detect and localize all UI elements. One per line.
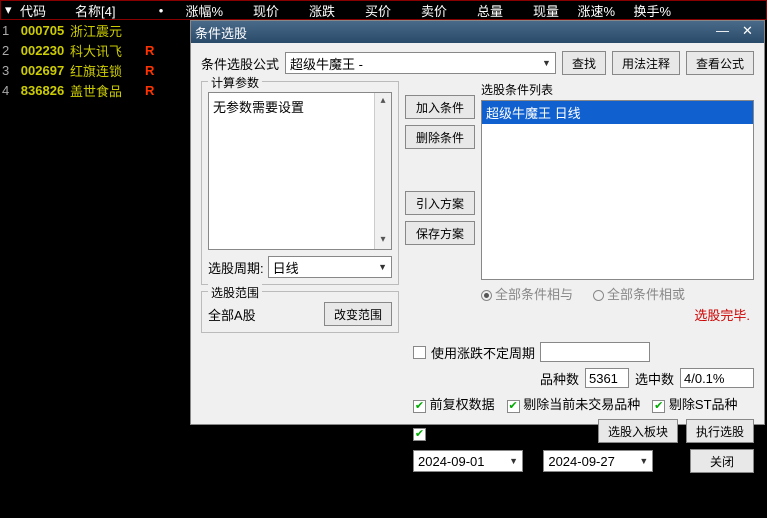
close-icon[interactable]: ✕ [735,24,760,40]
add-condition-button[interactable]: 加入条件 [405,95,475,119]
period-select[interactable]: 日线 ▼ [268,256,392,278]
formula-value: 超级牛魔王 - [290,54,363,73]
row-code: 000705 [15,23,70,38]
col-ask[interactable]: 卖价 [395,1,451,20]
params-box: 无参数需要设置 ▴ ▾ [208,92,392,250]
kind-count-label: 品种数 [540,369,579,388]
fq-checkbox[interactable]: ✔ 前复权数据 [413,394,495,413]
usage-button[interactable]: 用法注释 [612,51,680,75]
row-code: 002230 [15,43,70,58]
dialog-body: 条件选股公式 超级牛魔王 - ▼ 查找 用法注释 查看公式 计算参数 无参数需要… [191,43,764,484]
date-from-input[interactable]: 2024-09-01▼ [413,450,523,472]
col-chg[interactable]: 涨跌 [283,1,339,20]
range-fieldset: 选股范围 全部A股 改变范围 [201,291,399,333]
row-name: 浙江震元 [70,21,145,40]
dropdown-icon: ▼ [378,262,387,272]
time-cond-checkbox[interactable]: ✔ 时间段内满足条件 [413,422,534,441]
dropdown-icon: ▼ [639,456,648,466]
col-vol[interactable]: 总量 [451,1,507,20]
formula-select[interactable]: 超级牛魔王 - ▼ [285,52,556,74]
exclude-notrade-checkbox[interactable]: ✔ 剔除当前未交易品种 [507,394,641,413]
find-button[interactable]: 查找 [562,51,606,75]
date-sep: - [531,454,535,469]
row-r-flag: R [145,43,160,58]
dropdown-icon: ▼ [542,58,551,68]
logic-or-radio[interactable]: 全部条件相或 [593,284,685,303]
params-empty-text: 无参数需要设置 [213,100,304,115]
row-index: 4 [0,83,15,98]
condition-select-dialog: 条件选股 ― ✕ 条件选股公式 超级牛魔王 - ▼ 查找 用法注释 查看公式 计… [190,20,765,425]
col-bid[interactable]: 买价 [339,1,395,20]
selection-done-label: 选股完毕. [481,305,754,324]
change-range-button[interactable]: 改变范围 [324,302,392,326]
date-to-input[interactable]: 2024-09-27▼ [543,450,653,472]
condition-item[interactable]: 超级牛魔王 日线 [482,101,753,124]
formula-label: 条件选股公式 [201,54,279,73]
logic-and-radio[interactable]: 全部条件相与 [481,284,573,303]
row-code: 002697 [15,63,70,78]
row-name: 盖世食品 [70,81,145,100]
row-r-flag: R [145,83,160,98]
period-label: 选股周期: [208,258,264,277]
condition-list-label: 选股条件列表 [481,81,754,98]
variable-period-input[interactable] [540,342,650,362]
col-turn[interactable]: 换手% [619,1,675,20]
col-code[interactable]: 代码 [16,1,71,20]
row-code: 836826 [15,83,70,98]
col-bullet: • [151,3,171,18]
row-index: 3 [0,63,15,78]
col-now[interactable]: 现量 [507,1,563,20]
dropdown-icon: ▼ [509,456,518,466]
run-selection-button[interactable]: 执行选股 [686,419,754,443]
period-value: 日线 [273,258,299,277]
kind-count-value: 5361 [585,368,629,388]
close-button[interactable]: 关闭 [690,449,754,473]
sort-chevron-icon[interactable]: ▾ [1,2,16,18]
delete-condition-button[interactable]: 删除条件 [405,125,475,149]
view-formula-button[interactable]: 查看公式 [686,51,754,75]
col-pct[interactable]: 涨幅% [171,1,227,20]
import-plan-button[interactable]: 引入方案 [405,191,475,215]
save-plan-button[interactable]: 保存方案 [405,221,475,245]
row-name: 科大讯飞 [70,41,145,60]
condition-list[interactable]: 超级牛魔王 日线 [481,100,754,280]
col-name[interactable]: 名称[4] [71,1,151,20]
table-header: ▾ 代码 名称[4] • 涨幅% 现价 涨跌 买价 卖价 总量 现量 涨速% 换… [0,0,767,20]
scroll-down-icon[interactable]: ▾ [375,232,391,249]
col-speed[interactable]: 涨速% [563,1,619,20]
minimize-icon[interactable]: ― [710,24,735,40]
variable-period-label: 使用涨跌不定周期 [431,343,535,362]
range-scope: 全部A股 [208,305,256,324]
params-fieldset: 计算参数 无参数需要设置 ▴ ▾ 选股周期: 日线 ▼ [201,81,399,285]
scroll-up-icon[interactable]: ▴ [375,93,391,110]
row-name: 红旗连锁 [70,61,145,80]
selected-count-label: 选中数 [635,369,674,388]
row-r-flag: R [145,63,160,78]
dialog-title: 条件选股 [195,23,710,42]
range-legend: 选股范围 [208,284,262,301]
dialog-titlebar[interactable]: 条件选股 ― ✕ [191,21,764,43]
to-block-button[interactable]: 选股入板块 [598,419,678,443]
row-index: 1 [0,23,15,38]
scrollbar[interactable]: ▴ ▾ [374,93,391,249]
col-price[interactable]: 现价 [227,1,283,20]
params-legend: 计算参数 [208,74,262,91]
exclude-st-checkbox[interactable]: ✔ 剔除ST品种 [652,394,737,413]
selected-count-value: 4/0.1% [680,368,754,388]
row-index: 2 [0,43,15,58]
variable-period-checkbox[interactable] [413,346,426,359]
